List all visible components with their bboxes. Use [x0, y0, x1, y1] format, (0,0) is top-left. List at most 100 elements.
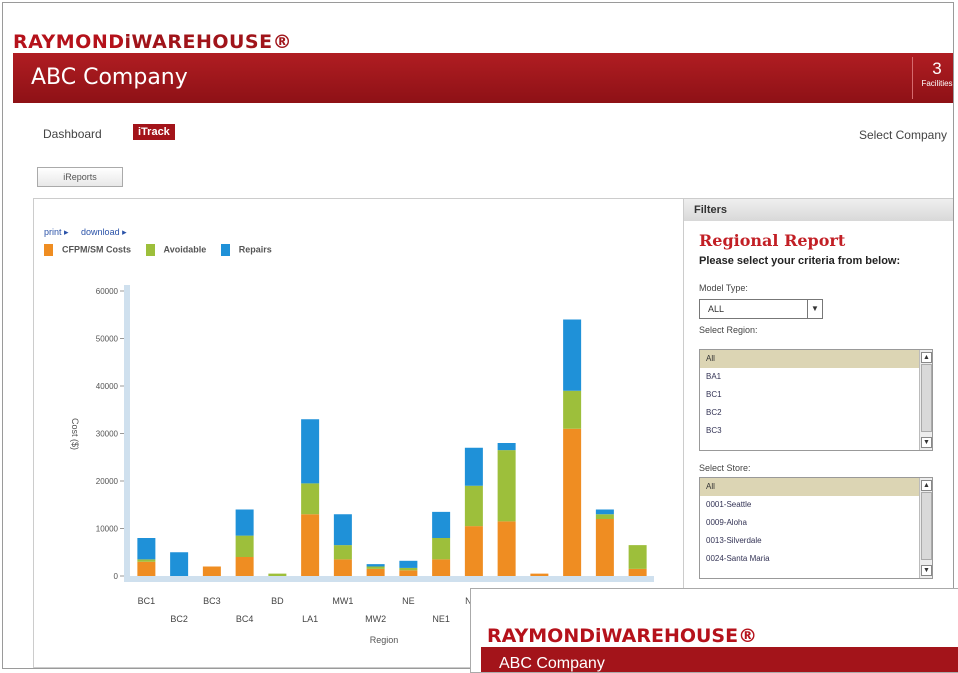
store-label: Select Store:: [699, 463, 751, 473]
region-option[interactable]: All: [700, 350, 932, 368]
x-tick-label: BC4: [236, 614, 254, 624]
overlay-window[interactable]: RAYMONDiWAREHOUSE® ABC Company: [470, 588, 958, 673]
scroll-up-icon[interactable]: ▲: [921, 480, 932, 491]
store-option[interactable]: 0024-Santa Maria: [700, 550, 932, 568]
overlay-brand-raymond: RAYMOND: [487, 625, 596, 647]
x-tick-label: BC1: [138, 596, 156, 606]
chevron-down-icon[interactable]: ▼: [807, 300, 822, 318]
bar-avoidable: [563, 390, 582, 429]
x-tick-label: LA1: [302, 614, 318, 624]
region-label: Select Region:: [699, 325, 758, 335]
store-option[interactable]: 0009-Aloha: [700, 514, 932, 532]
x-tick-label: BC3: [203, 596, 221, 606]
ireports-button[interactable]: iReports: [37, 167, 123, 187]
bar-avoidable: [628, 545, 647, 567]
bar-cfpm: [399, 570, 418, 576]
x-tick-label: MW1: [332, 596, 353, 606]
bar-cfpm: [497, 521, 516, 576]
model-type-value: ALL: [708, 304, 725, 314]
y-tick-label: 60000: [96, 287, 119, 296]
y-axis-band: [124, 285, 130, 580]
y-axis-label: Cost ($): [70, 418, 80, 450]
bar-cfpm: [595, 519, 614, 576]
filters-panel: Filters Regional Report Please select yo…: [683, 198, 953, 600]
store-option[interactable]: All: [700, 478, 932, 496]
x-tick-label: MW2: [365, 614, 386, 624]
region-option[interactable]: BC1: [700, 386, 932, 404]
facilities-counter[interactable]: 3 Facilities: [912, 57, 953, 99]
bar-cfpm: [202, 566, 221, 576]
nav-itrack[interactable]: iTrack: [133, 124, 175, 140]
bar-repairs: [399, 560, 418, 568]
y-tick-label: 10000: [96, 525, 119, 534]
store-listbox[interactable]: All 0001-Seattle 0009-Aloha 0013-Silverd…: [699, 477, 933, 579]
scroll-down-icon[interactable]: ▼: [921, 437, 932, 448]
model-type-label: Model Type:: [699, 283, 748, 293]
bar-avoidable: [432, 538, 451, 560]
bar-avoidable: [137, 559, 156, 562]
region-listbox[interactable]: All BA1 BC1 BC2 BC3 ▲ ▼: [699, 349, 933, 451]
y-tick-label: 50000: [96, 335, 119, 344]
main-nav: Dashboard iTrack: [43, 124, 175, 141]
region-option[interactable]: BC3: [700, 422, 932, 440]
facilities-label: Facilities: [921, 79, 953, 88]
filters-header: Filters: [684, 199, 953, 221]
store-option[interactable]: 0001-Seattle: [700, 496, 932, 514]
scroll-down-icon[interactable]: ▼: [921, 565, 932, 576]
nav-dashboard[interactable]: Dashboard: [43, 127, 102, 141]
select-company-link[interactable]: Select Company: [859, 128, 947, 142]
app-window: RAYMONDiWAREHOUSE® ABC Company 3 Facilit…: [2, 2, 954, 669]
bar-avoidable: [497, 450, 516, 522]
store-option[interactable]: 0013-Silverdale: [700, 532, 932, 550]
region-option[interactable]: BA1: [700, 368, 932, 386]
bar-repairs: [595, 509, 614, 515]
scroll-thumb[interactable]: [921, 364, 932, 432]
bar-repairs: [137, 538, 156, 560]
company-name: ABC Company: [31, 65, 188, 90]
x-tick-label: BC2: [170, 614, 188, 624]
y-tick-label: 30000: [96, 430, 119, 439]
bar-cfpm: [563, 428, 582, 576]
brand-raymond: RAYMOND: [13, 31, 125, 53]
bar-repairs: [497, 443, 516, 451]
x-axis-band: [124, 576, 654, 582]
bar-avoidable: [399, 567, 418, 571]
report-title: Regional Report: [699, 231, 846, 250]
bar-avoidable: [268, 573, 287, 576]
bar-repairs: [170, 552, 189, 576]
bar-repairs: [432, 511, 451, 538]
overlay-company-name: ABC Company: [499, 655, 605, 672]
x-tick-label: BD: [271, 596, 284, 606]
bar-cfpm: [628, 568, 647, 576]
bar-avoidable: [301, 483, 320, 515]
overlay-brand-iwarehouse: iWAREHOUSE®: [595, 625, 758, 647]
brand-iwarehouse: iWAREHOUSE®: [124, 31, 293, 53]
y-tick-label: 0: [114, 572, 119, 581]
bar-avoidable: [595, 514, 614, 519]
bar-avoidable: [235, 535, 254, 557]
bar-repairs: [563, 319, 582, 391]
bar-avoidable: [464, 485, 483, 527]
region-scrollbar[interactable]: ▲ ▼: [919, 350, 932, 450]
region-option[interactable]: BC2: [700, 404, 932, 422]
store-scrollbar[interactable]: ▲ ▼: [919, 478, 932, 578]
bar-cfpm: [301, 514, 320, 576]
scroll-up-icon[interactable]: ▲: [921, 352, 932, 363]
bar-cfpm: [333, 559, 352, 576]
bar-cfpm: [235, 557, 254, 576]
bar-repairs: [301, 419, 320, 484]
bar-repairs: [235, 509, 254, 536]
brand-logo: RAYMONDiWAREHOUSE®: [13, 31, 292, 53]
model-type-select[interactable]: ALL ▼: [699, 299, 823, 319]
overlay-brand-logo: RAYMONDiWAREHOUSE®: [487, 625, 757, 647]
bar-avoidable: [628, 566, 647, 569]
bar-cfpm: [137, 561, 156, 576]
report-subtitle: Please select your criteria from below:: [699, 255, 901, 267]
scroll-thumb[interactable]: [921, 492, 932, 560]
bar-avoidable: [333, 545, 352, 560]
bar-repairs: [464, 447, 483, 486]
bar-avoidable: [366, 566, 385, 569]
x-tick-label: NE: [402, 596, 415, 606]
x-tick-label: NE1: [432, 614, 450, 624]
x-axis-label: Region: [370, 635, 399, 645]
